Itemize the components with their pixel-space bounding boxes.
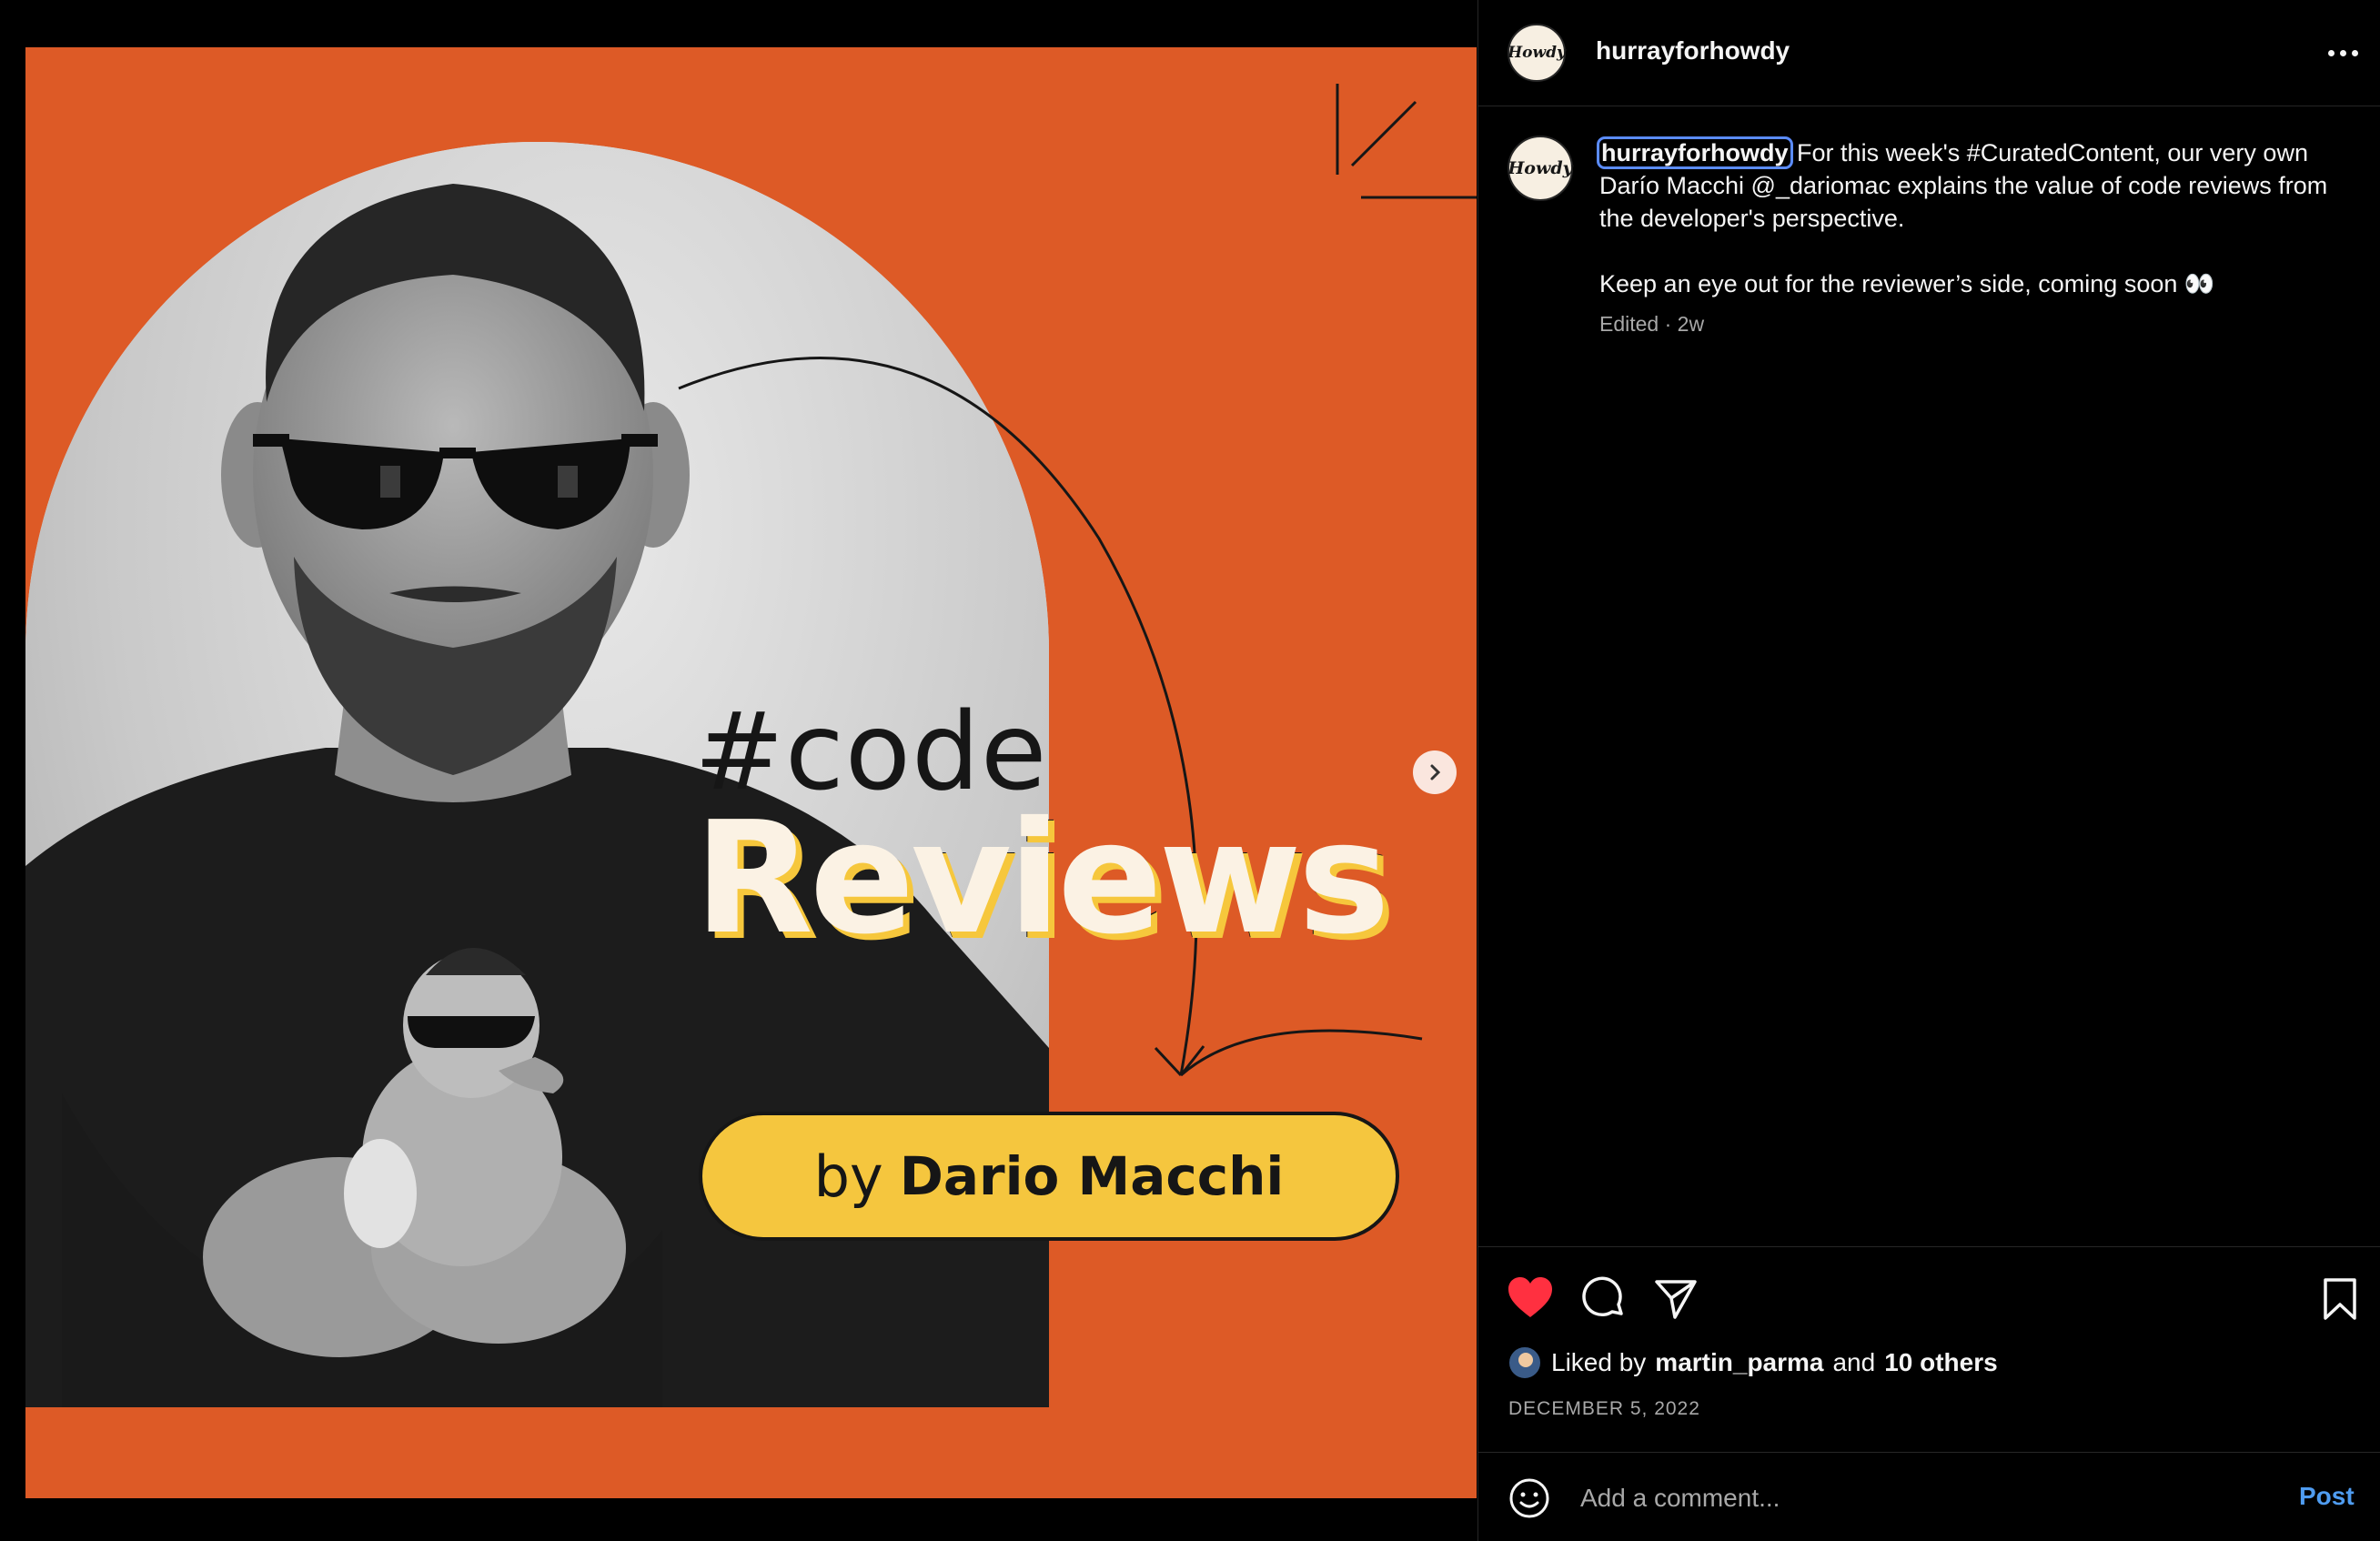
liked-by-prefix: Liked by bbox=[1551, 1348, 1647, 1376]
edited-label: Edited bbox=[1599, 312, 1659, 336]
liked-and: and bbox=[1832, 1348, 1876, 1376]
caption-text-2: Keep an eye out for the reviewer’s side,… bbox=[1599, 270, 2215, 297]
post-header: Howdy hurrayforhowdy bbox=[1478, 0, 2380, 106]
more-options-button[interactable] bbox=[2325, 40, 2361, 65]
next-slide-button[interactable] bbox=[1413, 750, 1457, 794]
slide-byline-pill: by Dario Macchi bbox=[699, 1112, 1399, 1241]
more-icon-dot bbox=[2351, 49, 2358, 56]
heart-icon[interactable] bbox=[1506, 1274, 1555, 1324]
comment-input[interactable] bbox=[1580, 1476, 2217, 1520]
post-actions: Liked by martin_parma and 10 others DECE… bbox=[1478, 1246, 2380, 1455]
carousel-slide[interactable]: #code Reviews by Dario Macchi bbox=[25, 47, 1477, 1498]
caption-meta: Edited · 2w bbox=[1599, 312, 1705, 336]
comment-bar: Post bbox=[1478, 1452, 2380, 1541]
share-icon[interactable] bbox=[1651, 1274, 1700, 1324]
comment-icon[interactable] bbox=[1578, 1274, 1628, 1324]
post-caption: hurrayforhowdy For this week's #CuratedC… bbox=[1597, 136, 2345, 340]
post-media: #code Reviews by Dario Macchi bbox=[0, 0, 1477, 1541]
slide-headline: Reviews bbox=[694, 789, 1390, 969]
caption-username[interactable]: hurrayforhowdy bbox=[1597, 136, 1793, 169]
author-avatar[interactable]: Howdy bbox=[1508, 24, 1566, 82]
post-age[interactable]: 2w bbox=[1678, 312, 1704, 336]
bookmark-icon[interactable] bbox=[2315, 1274, 2365, 1324]
emoji-icon[interactable] bbox=[1508, 1476, 1551, 1520]
likes-summary: Liked by martin_parma and 10 others bbox=[1508, 1345, 1998, 1380]
frame-corner-mark bbox=[1336, 84, 1477, 199]
author-username[interactable]: hurrayforhowdy bbox=[1596, 36, 1790, 65]
more-icon bbox=[2327, 49, 2335, 56]
caption-avatar[interactable]: Howdy bbox=[1508, 136, 1573, 201]
post-side-panel: Howdy hurrayforhowdy Howdy hurrayforhowd… bbox=[1477, 0, 2380, 1541]
post-comment-button[interactable]: Post bbox=[2299, 1482, 2355, 1511]
byline-prefix: by bbox=[813, 1143, 883, 1210]
likes-others-link[interactable]: 10 others bbox=[1884, 1348, 1998, 1377]
post-date[interactable]: DECEMBER 5, 2022 bbox=[1508, 1398, 1700, 1420]
byline-name: Dario Macchi bbox=[899, 1145, 1285, 1207]
chevron-right-icon bbox=[1430, 764, 1441, 781]
more-icon-dot bbox=[2339, 49, 2346, 56]
liker-avatar[interactable] bbox=[1508, 1345, 1542, 1380]
caption-line-1: hurrayforhowdy For this week's #CuratedC… bbox=[1597, 136, 2345, 235]
liker-username[interactable]: martin_parma bbox=[1655, 1348, 1823, 1377]
